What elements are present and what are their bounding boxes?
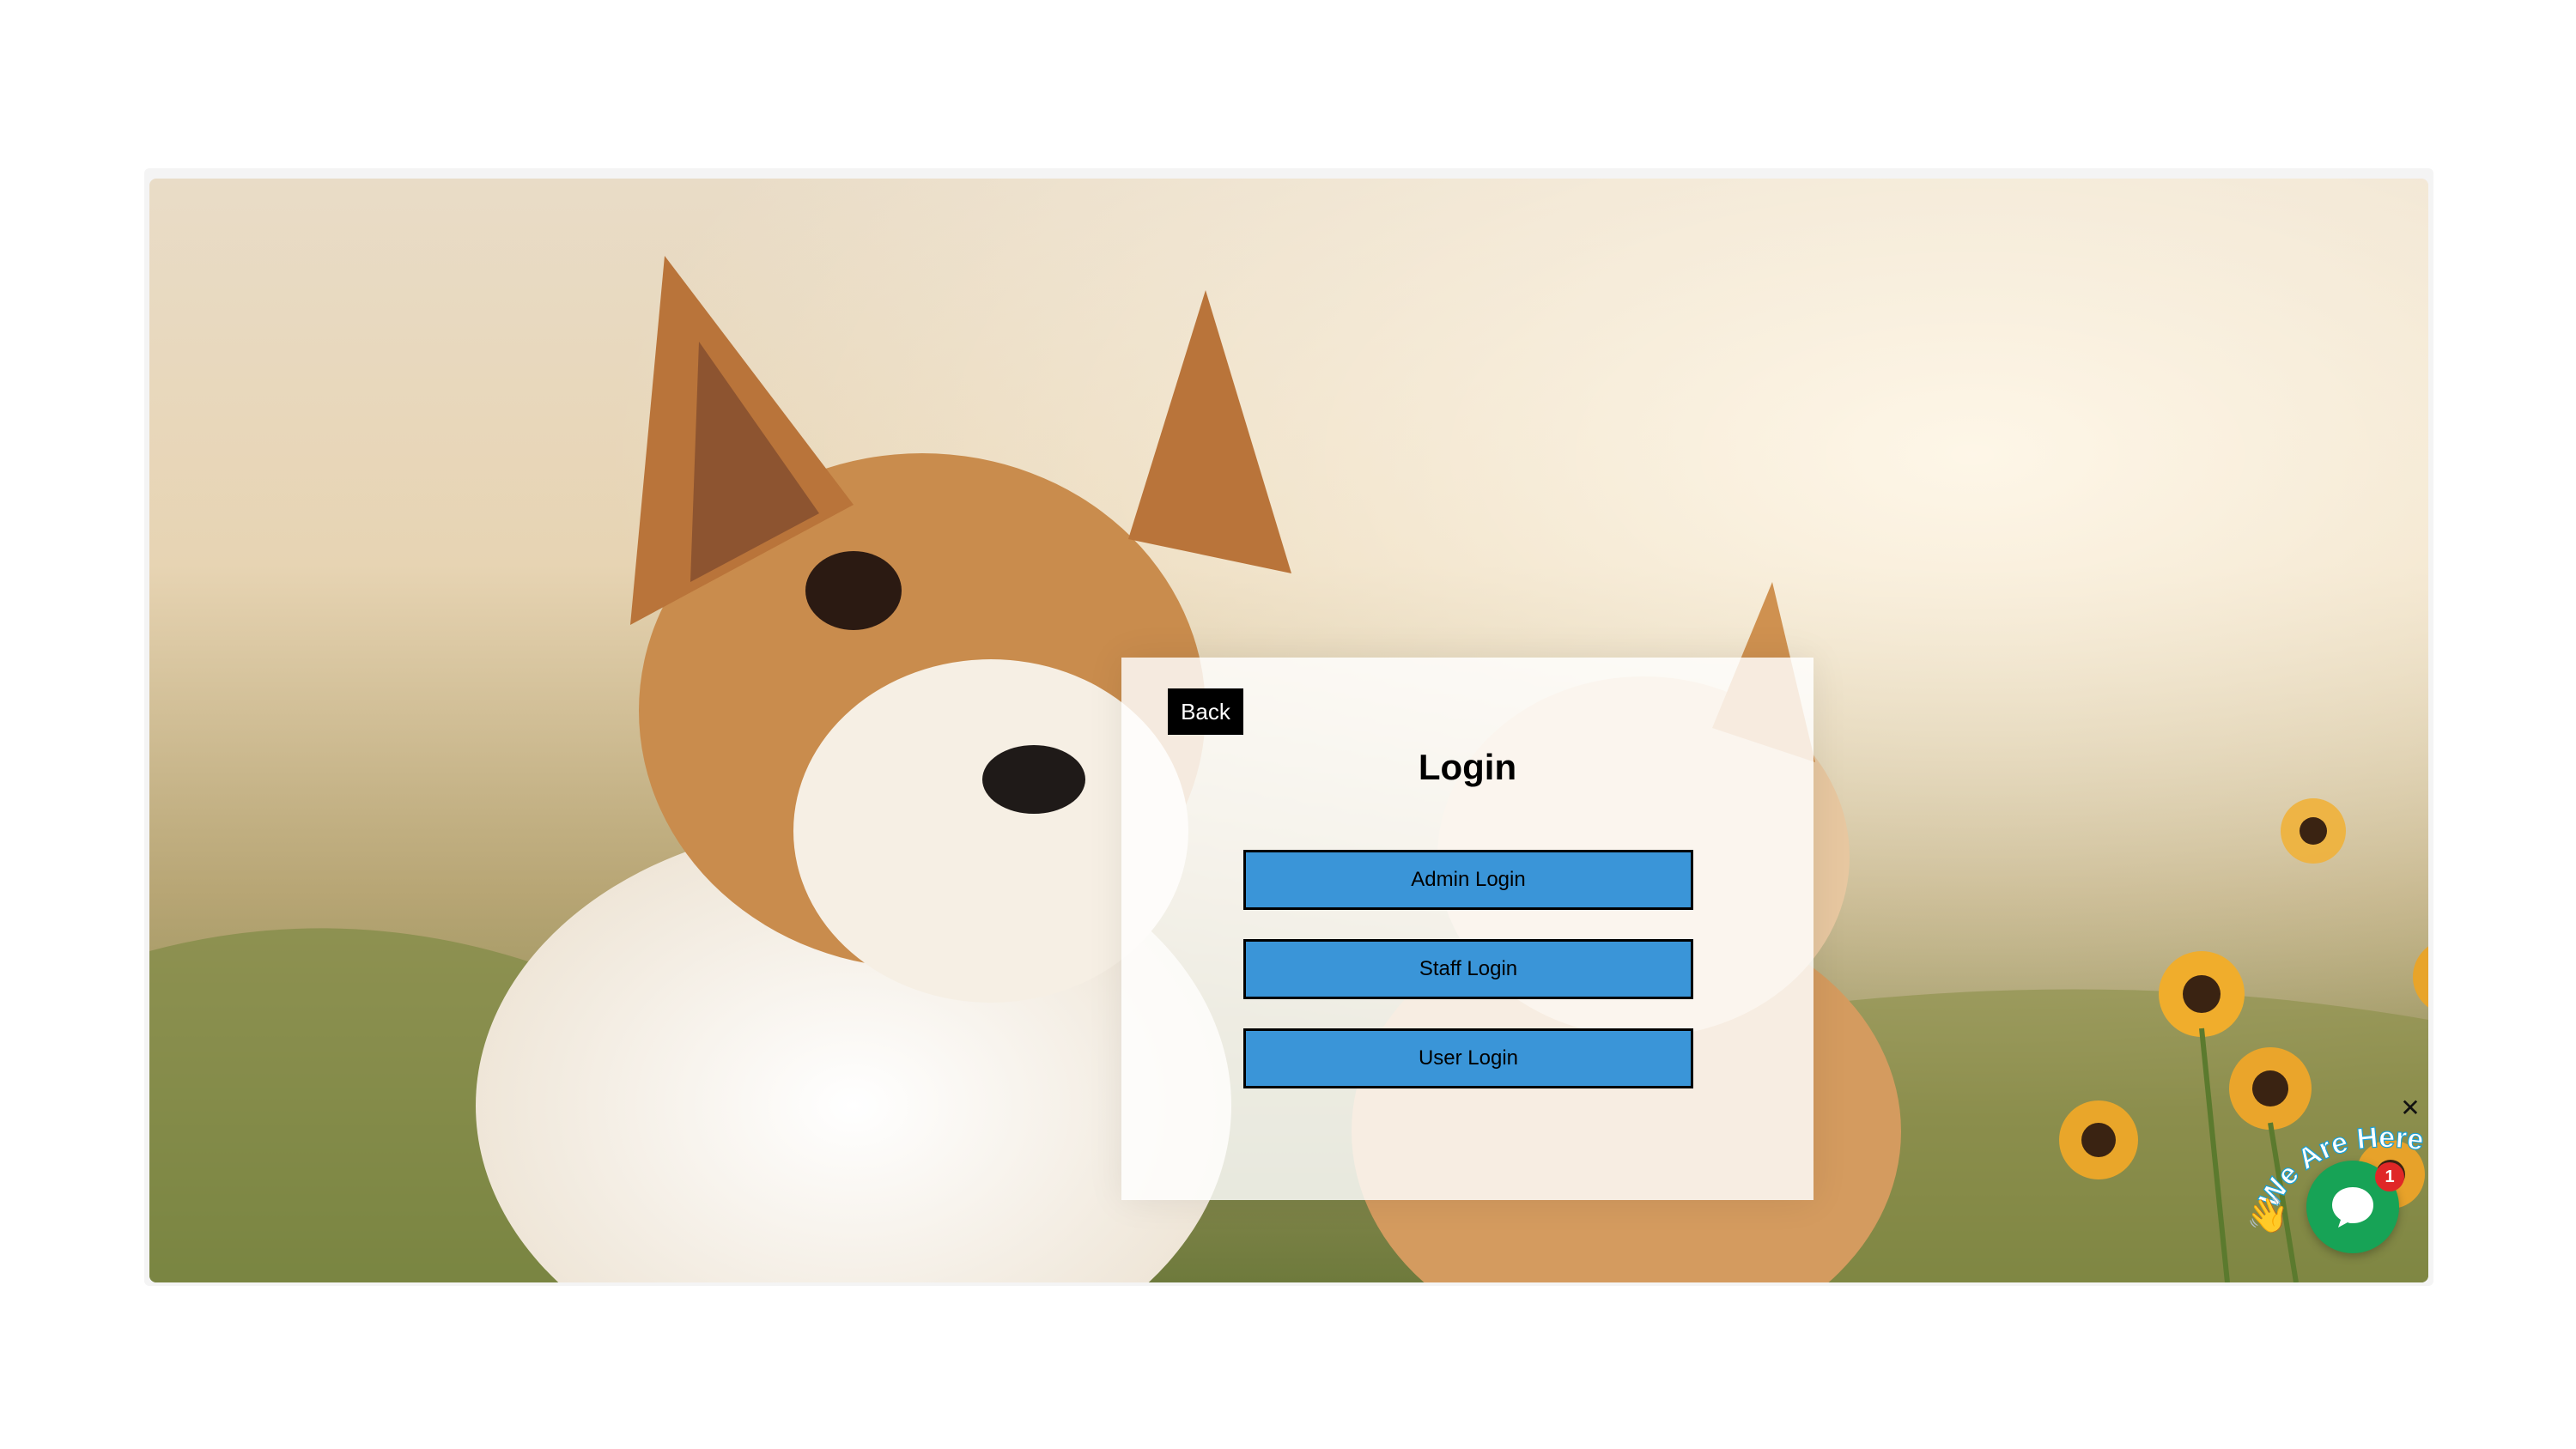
notification-badge: 1 [2375, 1162, 2404, 1191]
login-panel: Back Login Admin Login Staff Login User … [1121, 658, 1814, 1200]
user-login-button[interactable]: User Login [1243, 1028, 1693, 1088]
hero-background-image: Back Login Admin Login Staff Login User … [149, 179, 2428, 1282]
back-button[interactable]: Back [1168, 688, 1243, 735]
chat-widget: We Are Here! 👋 1 [2246, 1116, 2435, 1270]
admin-login-button[interactable]: Admin Login [1243, 850, 1693, 910]
page-title: Login [1418, 747, 1517, 787]
waving-hand-icon: 👋 [2246, 1197, 2289, 1234]
staff-login-button[interactable]: Staff Login [1243, 939, 1693, 999]
chat-bubble-icon [2332, 1187, 2373, 1228]
